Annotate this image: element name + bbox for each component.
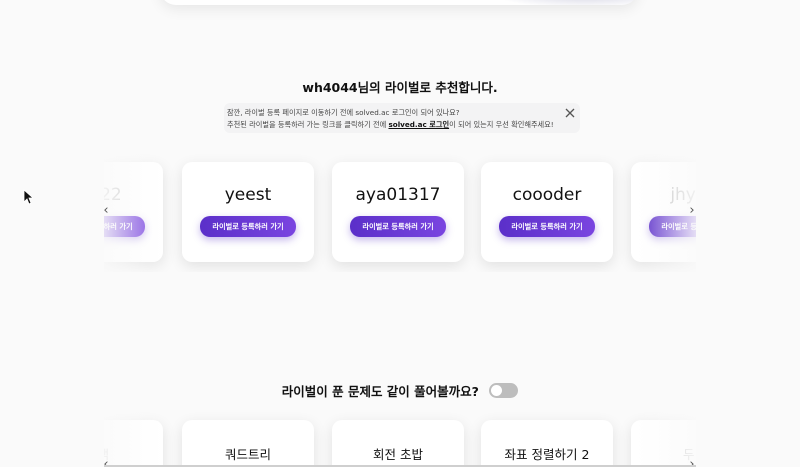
chevron-right-icon[interactable]: › <box>685 204 696 218</box>
rival-card: yeest 라이벌로 등록하러 가기 <box>182 162 314 262</box>
register-rival-button[interactable]: 라이벌로 등록하러 가기 <box>200 216 296 237</box>
rival-carousel: …022 라이벌로 등록하러 가기 yeest 라이벌로 등록하러 가기 aya… <box>104 152 696 272</box>
problem-card[interactable]: 쿼드트리 <box>182 420 314 467</box>
rival-handle: yeest <box>224 185 272 205</box>
rival-handle: …022 <box>104 185 122 205</box>
top-card-partial <box>160 0 638 5</box>
close-icon[interactable] <box>564 107 576 119</box>
login-notice: 잠깐, 라이벌 등록 페이지로 이동하기 전에 solved.ac 로그인이 되… <box>224 103 580 133</box>
toggle-knob <box>491 385 503 396</box>
problem-card[interactable]: 회전 초밥 <box>332 420 464 467</box>
notice-line-2-pre: 추천된 라이벌을 등록하러 가는 링크를 클릭하기 전에 <box>227 120 389 129</box>
rival-handle: aya01317 <box>355 185 441 205</box>
chevron-left-icon[interactable]: ‹ <box>104 204 113 218</box>
problem-title: 쿼드트리 <box>224 447 271 462</box>
mouse-cursor-icon <box>23 189 33 205</box>
recommend-title: wh4044님의 라이벌로 추천합니다. <box>302 80 498 95</box>
notice-login-emphasis: solved.ac 로그인 <box>388 120 450 129</box>
notice-line-2-post: 이 되어 있는지 우선 확인해주세요! <box>449 120 554 129</box>
solve-together-toggle[interactable] <box>489 383 519 398</box>
register-rival-button[interactable]: 라이벌로 등록하러 가기 <box>499 216 595 237</box>
rival-card: coooder 라이벌로 등록하러 가기 <box>481 162 613 262</box>
problem-title: 좌표 정렬하기 2 <box>504 447 590 462</box>
register-rival-button[interactable]: 라이벌로 등록하러 가기 <box>649 216 696 237</box>
decorative-blob <box>490 0 638 5</box>
solve-together-label: 라이벌이 푼 문제도 같이 풀어볼까요? <box>281 384 479 399</box>
problem-carousel: …맥 쿼드트리 회전 초밥 좌표 정렬하기 2 두 … ‹ › <box>104 410 696 467</box>
rival-handle: jhy7… <box>670 185 696 205</box>
register-rival-button[interactable]: 라이벌로 등록하러 가기 <box>104 216 145 237</box>
notice-line-2: 추천된 라이벌을 등록하러 가는 링크를 클릭하기 전에 solved.ac 로… <box>227 120 554 130</box>
problem-card[interactable]: 좌표 정렬하기 2 <box>481 420 613 467</box>
solve-together-row: 라이벌이 푼 문제도 같이 풀어볼까요? <box>0 381 800 400</box>
register-rival-button[interactable]: 라이벌로 등록하러 가기 <box>350 216 446 237</box>
problem-title: 회전 초밥 <box>373 447 423 462</box>
rival-card: aya01317 라이벌로 등록하러 가기 <box>332 162 464 262</box>
rival-handle: coooder <box>512 185 582 205</box>
notice-line-1: 잠깐, 라이벌 등록 페이지로 이동하기 전에 solved.ac 로그인이 되… <box>227 108 460 117</box>
